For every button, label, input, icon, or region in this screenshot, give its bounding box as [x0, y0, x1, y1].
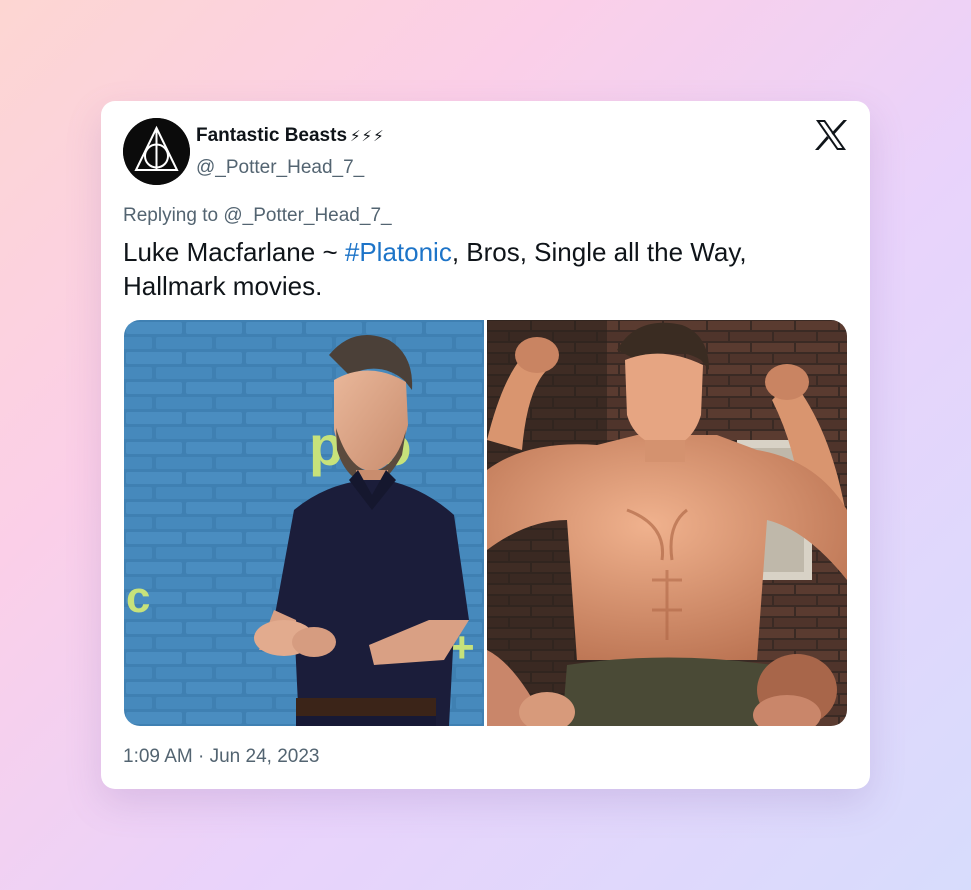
photo-man-flexing [487, 320, 847, 726]
lightning-emoji-icon: ⚡⚡⚡ [350, 128, 385, 145]
wall-logo-letter-left: c [126, 573, 150, 622]
media-grid: pito c + [124, 320, 847, 726]
hashtag-link[interactable]: #Platonic [345, 237, 452, 267]
replying-to-line: Replying to @_Potter_Head_7_ [123, 205, 392, 227]
display-name-text: Fantastic Beasts [196, 125, 348, 146]
replying-to-label: Replying to [123, 205, 219, 226]
author-avatar[interactable] [123, 118, 190, 185]
tweet-card: Fantastic Beasts ⚡⚡⚡ @_Potter_Head_7_ Rep… [101, 101, 870, 789]
tweet-timestamp[interactable]: 1:09 AM · Jun 24, 2023 [123, 746, 319, 768]
media-photo-2[interactable] [487, 320, 847, 726]
author-handle[interactable]: @_Potter_Head_7_ [196, 157, 364, 179]
tweet-text-before: Luke Macfarlane ~ [123, 237, 345, 267]
tweet-text: Luke Macfarlane ~ #Platonic, Bros, Singl… [123, 235, 843, 303]
x-logo-icon[interactable] [814, 119, 848, 151]
deathly-hallows-icon [123, 118, 190, 185]
photo-man-polo-shirt: pito c + [124, 320, 484, 726]
media-photo-1[interactable]: pito c + [124, 320, 484, 726]
author-display-name[interactable]: Fantastic Beasts ⚡⚡⚡ [196, 125, 385, 147]
reply-handle-link[interactable]: @_Potter_Head_7_ [223, 205, 391, 226]
